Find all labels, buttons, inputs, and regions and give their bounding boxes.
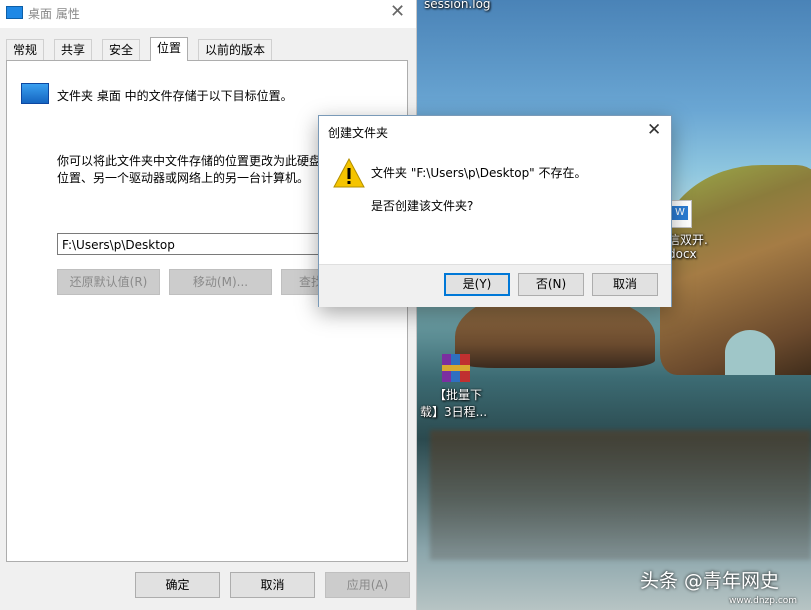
yes-button[interactable]: 是(Y) (444, 273, 510, 296)
tab-security[interactable]: 安全 (102, 39, 141, 60)
desktop-doc-label-line2: docx (668, 247, 697, 261)
properties-titlebar[interactable]: 桌面 属性 ✕ (0, 0, 416, 28)
desktop-rar-label-line2: 载】3日程... (420, 405, 488, 419)
close-icon[interactable]: ✕ (390, 1, 405, 22)
desktop-folder-icon (21, 83, 49, 104)
tab-location[interactable]: 位置 (150, 37, 189, 61)
create-folder-dialog: 创建文件夹 ✕ 文件夹 "F:\Users\p\Desktop" 不存在。 是否… (318, 115, 672, 307)
desktop-rar-label-line1: 【批量下 (434, 388, 483, 402)
window-title: 桌面 属性 (28, 7, 80, 21)
ok-button[interactable]: 确定 (135, 572, 220, 598)
warning-icon (333, 158, 365, 188)
info-line-2: 位置、另一个驱动器或网络上的另一台计算机。 (57, 171, 310, 185)
dialog-title: 创建文件夹 (328, 126, 389, 140)
desktop-doc-label-line1: 信双开. (668, 233, 708, 247)
tab-bar: 常规 共享 安全 位置 以前的版本 (0, 37, 416, 61)
folder-icon (6, 6, 23, 19)
move-button[interactable]: 移动(M)... (169, 269, 272, 295)
location-description: 文件夹 桌面 中的文件存储于以下目标位置。 (57, 89, 293, 103)
rar-archive-icon[interactable] (442, 354, 470, 382)
dialog-message: 文件夹 "F:\Users\p\Desktop" 不存在。 (371, 166, 587, 180)
desktop-file-session-log[interactable]: session.log (424, 0, 491, 11)
dialog-cancel-button[interactable]: 取消 (592, 273, 658, 296)
restore-default-button[interactable]: 还原默认值(R) (57, 269, 160, 295)
tab-previous-versions[interactable]: 以前的版本 (198, 39, 273, 60)
cancel-button[interactable]: 取消 (230, 572, 315, 598)
no-button[interactable]: 否(N) (518, 273, 584, 296)
wallpaper-reflection (430, 430, 811, 560)
tab-sharing[interactable]: 共享 (54, 39, 93, 60)
info-line-1: 你可以将此文件夹中文件存储的位置更改为此硬盘 (57, 154, 322, 168)
dialog-question: 是否创建该文件夹? (371, 199, 474, 213)
dialog-footer: 是(Y) 否(N) 取消 (319, 264, 671, 307)
dialog-close-icon[interactable]: ✕ (647, 120, 661, 140)
wallpaper-rock-arch (725, 330, 775, 375)
tab-general[interactable]: 常规 (6, 39, 45, 60)
watermark-site: www.dnzp.com (729, 596, 798, 606)
watermark: 头条 @青年网史 (640, 570, 780, 592)
apply-button[interactable]: 应用(A) (325, 572, 410, 598)
